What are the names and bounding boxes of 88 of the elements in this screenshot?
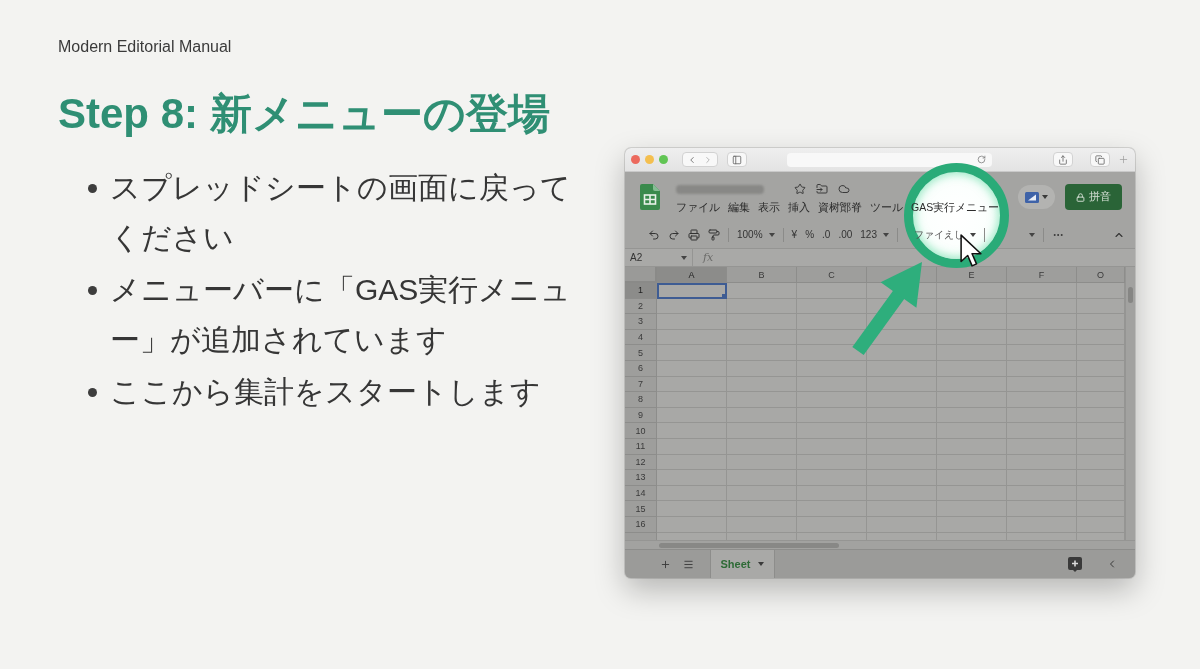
- paint-format-icon[interactable]: [708, 229, 720, 241]
- grid-cell[interactable]: [657, 345, 727, 361]
- number-format-select[interactable]: 123: [860, 228, 889, 242]
- undo-icon[interactable]: [648, 229, 660, 241]
- tabs-icon[interactable]: [1095, 154, 1105, 165]
- bullet-text: スプレッドシートの画面に戻ってください: [110, 170, 572, 256]
- address-field[interactable]: [787, 152, 992, 167]
- formula-label: fx: [703, 251, 714, 264]
- caret-icon[interactable]: [883, 233, 889, 237]
- format-button[interactable]: .00: [838, 228, 853, 242]
- folder-icon[interactable]: [816, 183, 828, 195]
- reload-icon[interactable]: [977, 155, 986, 164]
- speech-bubble-icon[interactable]: [1068, 556, 1082, 572]
- row-header[interactable]: 8: [625, 392, 657, 408]
- present-icon[interactable]: [1025, 191, 1039, 203]
- row-header[interactable]: 15: [625, 501, 657, 517]
- caret-icon[interactable]: [768, 233, 775, 237]
- back-icon[interactable]: [687, 154, 697, 165]
- row-header[interactable]: 3: [625, 314, 657, 330]
- print-icon[interactable]: [688, 229, 700, 241]
- grid-cell[interactable]: [1007, 283, 1077, 299]
- grid-cell[interactable]: [797, 283, 867, 299]
- grid-cell[interactable]: [657, 392, 727, 408]
- menu-item[interactable]: ファイル: [676, 200, 720, 215]
- brand-label: Modern Editorial Manual: [58, 37, 232, 57]
- grid-cell[interactable]: [797, 345, 867, 361]
- format-button[interactable]: .0: [822, 228, 831, 242]
- selection-handle-icon[interactable]: [722, 293, 726, 298]
- column-header[interactable]: B: [727, 267, 797, 283]
- menu-item[interactable]: 表示: [758, 200, 780, 215]
- column-header[interactable]: O: [1077, 267, 1125, 283]
- grid-cell[interactable]: [1077, 283, 1125, 299]
- name-box[interactable]: A2: [625, 249, 693, 266]
- cursor-icon: [960, 234, 982, 267]
- bullet-text: ここから集計をスタートします: [110, 374, 541, 410]
- minimize-icon[interactable]: [645, 155, 654, 164]
- bullet-icon: [88, 388, 97, 397]
- list-icon[interactable]: [683, 558, 694, 570]
- grid-cell[interactable]: [797, 314, 867, 330]
- scroll-thumb[interactable]: [659, 542, 839, 548]
- menu-item[interactable]: 資树鄮脊: [818, 200, 862, 215]
- slide-title: Step 8: 新メニューの登場: [58, 89, 550, 139]
- sidebar-icon[interactable]: [732, 154, 742, 165]
- menu-item[interactable]: ツール: [870, 200, 903, 215]
- spreadsheet-logo-icon[interactable]: [640, 184, 660, 210]
- row-header[interactable]: 10: [625, 423, 657, 439]
- menu-item[interactable]: 挿入: [788, 200, 810, 215]
- bullet-icon: [88, 184, 97, 193]
- column-header[interactable]: E: [937, 267, 1007, 283]
- corner-cell[interactable]: [625, 267, 657, 283]
- close-icon[interactable]: [631, 155, 640, 164]
- grid-cell[interactable]: [867, 345, 937, 361]
- grid-cell[interactable]: [657, 314, 727, 330]
- menu-item[interactable]: 編集: [728, 200, 750, 215]
- scroll-thumb[interactable]: [1128, 287, 1133, 303]
- caret-icon[interactable]: [681, 255, 687, 260]
- caret-icon[interactable]: [1029, 233, 1035, 237]
- format-button[interactable]: ¥: [791, 228, 798, 242]
- column-header[interactable]: A: [657, 267, 727, 283]
- row-header[interactable]: 5: [625, 345, 657, 361]
- row-header[interactable]: 1: [625, 283, 657, 299]
- grid-cell[interactable]: [937, 283, 1007, 299]
- caret-icon[interactable]: [1042, 195, 1048, 199]
- share-button[interactable]: 拼音: [1065, 184, 1122, 210]
- caret-icon[interactable]: [970, 233, 976, 237]
- maximize-icon[interactable]: [659, 155, 668, 164]
- grid-cell[interactable]: [657, 423, 727, 439]
- new-tab-icon[interactable]: [1118, 154, 1129, 165]
- star-icon[interactable]: [794, 183, 806, 195]
- cloud-icon[interactable]: [838, 183, 850, 195]
- format-button[interactable]: %: [805, 228, 815, 242]
- sheet-tab[interactable]: Sheet: [710, 550, 775, 578]
- grid-cell[interactable]: [657, 283, 727, 299]
- column-header[interactable]: C: [797, 267, 867, 283]
- caret-icon[interactable]: [758, 562, 765, 566]
- redo-icon[interactable]: [668, 229, 680, 241]
- bullet-icon: [88, 286, 97, 295]
- zoom-select[interactable]: 100%: [737, 228, 775, 242]
- grid-cell[interactable]: [727, 283, 797, 299]
- lock-icon: [1076, 192, 1085, 202]
- grid-cell[interactable]: [657, 470, 727, 486]
- bullet-text: メニューバーに「GAS実行メニュー」が追加されています: [110, 272, 573, 358]
- column-header[interactable]: F: [1007, 267, 1077, 283]
- grid-cell[interactable]: [657, 501, 727, 517]
- plus-icon[interactable]: [660, 558, 671, 570]
- forward-icon[interactable]: [703, 154, 713, 165]
- share-icon[interactable]: [1058, 154, 1068, 165]
- row-header[interactable]: 13: [625, 470, 657, 486]
